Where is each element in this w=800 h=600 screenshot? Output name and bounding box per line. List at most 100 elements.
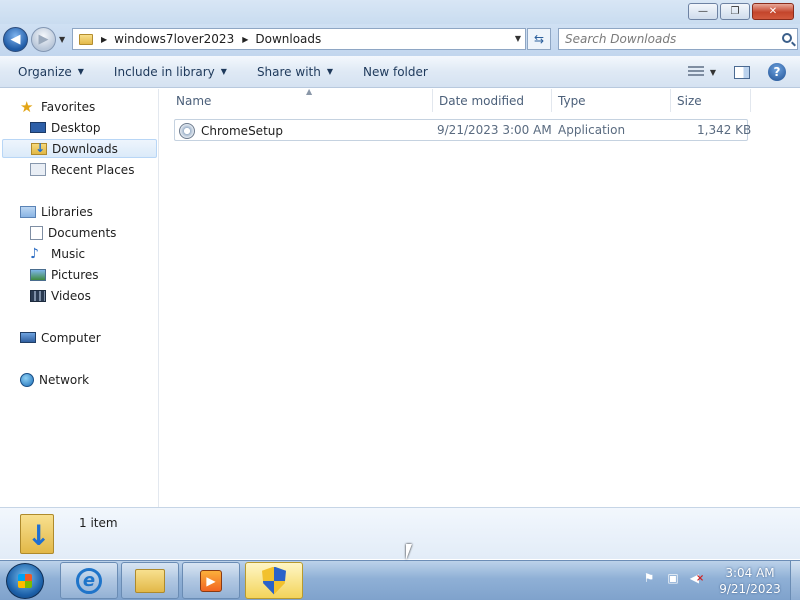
minimize-button[interactable]: — xyxy=(688,3,718,20)
application-icon xyxy=(179,123,195,139)
volume-muted-icon[interactable]: ◀ xyxy=(690,571,704,585)
nav-desktop[interactable]: Desktop xyxy=(30,118,101,137)
address-bar[interactable]: ▶ windows7lover2023 ▶ Downloads ▼ xyxy=(72,28,526,50)
search-box[interactable] xyxy=(558,28,798,50)
item-count: 1 item xyxy=(79,516,118,530)
maximize-button[interactable]: ❐ xyxy=(720,3,750,20)
new-folder-label: New folder xyxy=(363,64,428,79)
window-controls: — ❐ ✕ xyxy=(688,3,794,20)
desktop-icon xyxy=(30,122,46,133)
nav-music[interactable]: ♪ Music xyxy=(30,244,85,263)
views-dropdown-icon[interactable]: ▼ xyxy=(710,68,716,77)
file-name-cell[interactable]: ChromeSetup xyxy=(179,123,283,139)
nav-computer[interactable]: Computer xyxy=(20,328,101,347)
forward-button[interactable]: ▶ xyxy=(31,27,56,52)
column-label: Name xyxy=(176,93,212,108)
nav-label: Network xyxy=(39,372,90,387)
nav-label: Favorites xyxy=(41,99,96,114)
include-in-library-label: Include in library xyxy=(113,64,215,79)
videos-icon xyxy=(30,289,46,302)
nav-downloads[interactable]: Downloads xyxy=(2,139,157,158)
search-input[interactable] xyxy=(559,29,769,49)
network-status-icon[interactable]: ▣ xyxy=(666,571,680,585)
refresh-button[interactable]: ⇆ xyxy=(527,28,551,50)
organize-menu[interactable]: Organize ▼ xyxy=(0,65,96,79)
help-icon[interactable]: ? xyxy=(768,63,786,81)
details-pane: 1 item xyxy=(0,507,800,559)
network-icon xyxy=(20,372,34,387)
close-button[interactable]: ✕ xyxy=(752,3,794,20)
nav-label: Music xyxy=(51,246,86,261)
shield-icon xyxy=(262,566,286,595)
chevron-down-icon: ▼ xyxy=(77,67,84,76)
file-date-modified: 9/21/2023 3:00 AM xyxy=(437,123,552,137)
column-header-date-modified[interactable]: Date modified xyxy=(433,89,552,112)
sort-ascending-icon: ▲ xyxy=(306,87,313,96)
address-dropdown-icon[interactable]: ▼ xyxy=(515,34,521,43)
folder-icon xyxy=(135,568,165,593)
nav-label: Pictures xyxy=(51,267,99,282)
nav-favorites[interactable]: ★ Favorites xyxy=(20,97,95,116)
action-center-flag-icon[interactable]: ⚑ xyxy=(642,571,656,585)
file-size: 1,342 KB xyxy=(697,123,752,137)
nav-network[interactable]: Network xyxy=(20,370,89,389)
chevron-right-icon[interactable]: ▶ xyxy=(242,35,248,44)
nav-label: Desktop xyxy=(51,120,101,135)
system-tray: ⚑ ▣ ◀ xyxy=(642,571,704,585)
taskbar-security-app[interactable] xyxy=(245,562,303,599)
pictures-icon xyxy=(30,268,46,281)
nav-recent-places[interactable]: Recent Places xyxy=(30,160,134,179)
nav-label: Videos xyxy=(51,288,91,303)
downloads-folder-icon xyxy=(20,514,54,554)
nav-documents[interactable]: Documents xyxy=(30,223,116,242)
taskbar-windows-explorer[interactable] xyxy=(121,562,179,599)
breadcrumb-downloads[interactable]: Downloads xyxy=(255,32,321,46)
column-label: Size xyxy=(677,93,702,108)
recent-places-icon xyxy=(30,163,46,176)
folder-icon xyxy=(79,33,93,45)
taskbar-media-player[interactable]: ▶ xyxy=(182,562,240,599)
new-folder-button[interactable]: New folder xyxy=(345,65,440,79)
clock-date: 9/21/2023 xyxy=(719,582,781,596)
nav-videos[interactable]: Videos xyxy=(30,286,91,305)
nav-label: Computer xyxy=(41,330,101,345)
file-list: Name ▲ Date modified Type Size ChromeSetu… xyxy=(160,87,800,507)
computer-icon xyxy=(20,332,36,343)
column-header-type[interactable]: Type xyxy=(552,89,671,112)
nav-label: Libraries xyxy=(41,204,93,219)
media-player-icon: ▶ xyxy=(200,569,222,592)
navigation-pane: ★ Favorites Desktop Downloads Recent Plac… xyxy=(0,89,159,507)
chevron-right-icon[interactable]: ▶ xyxy=(101,35,107,44)
column-header-size[interactable]: Size xyxy=(671,89,751,112)
back-button[interactable]: ◀ xyxy=(3,27,28,52)
nav-label: Downloads xyxy=(52,141,118,156)
internet-explorer-icon: e xyxy=(76,567,102,594)
search-icon[interactable] xyxy=(782,33,792,43)
nav-libraries[interactable]: Libraries xyxy=(20,202,93,221)
start-button[interactable] xyxy=(6,563,44,599)
chevron-down-icon: ▼ xyxy=(220,67,227,76)
column-label: Date modified xyxy=(439,93,525,108)
column-label: Type xyxy=(558,93,586,108)
preview-pane-icon[interactable] xyxy=(734,65,750,79)
file-name: ChromeSetup xyxy=(201,124,283,138)
include-in-library-menu[interactable]: Include in library ▼ xyxy=(96,65,239,79)
column-header-name[interactable]: Name ▲ xyxy=(170,87,433,112)
music-icon: ♪ xyxy=(30,245,39,262)
share-with-menu[interactable]: Share with ▼ xyxy=(239,65,345,79)
breadcrumb-user[interactable]: windows7lover2023 xyxy=(114,32,234,46)
mouse-cursor xyxy=(406,544,418,560)
recent-pages-dropdown[interactable]: ▼ xyxy=(59,35,65,44)
address-row: ◀ ▶ ▼ ▶ windows7lover2023 ▶ Downloads ▼ … xyxy=(0,24,800,56)
show-desktop-button[interactable] xyxy=(790,561,800,600)
nav-pictures[interactable]: Pictures xyxy=(30,265,99,284)
views-icon[interactable] xyxy=(687,66,704,78)
taskbar-internet-explorer[interactable]: e xyxy=(60,562,118,599)
nav-label: Documents xyxy=(48,225,117,240)
clock-time: 3:04 AM xyxy=(725,566,775,580)
file-type: Application xyxy=(558,123,626,137)
clock[interactable]: 3:04 AM 9/21/2023 xyxy=(715,565,785,597)
title-bar: — ❐ ✕ xyxy=(0,0,800,24)
table-row[interactable]: ChromeSetup 9/21/2023 3:00 AM Applicatio… xyxy=(174,119,752,141)
taskbar: e ▶ ⚑ ▣ ◀ 3:04 AM 9/21/2023 xyxy=(0,560,800,600)
